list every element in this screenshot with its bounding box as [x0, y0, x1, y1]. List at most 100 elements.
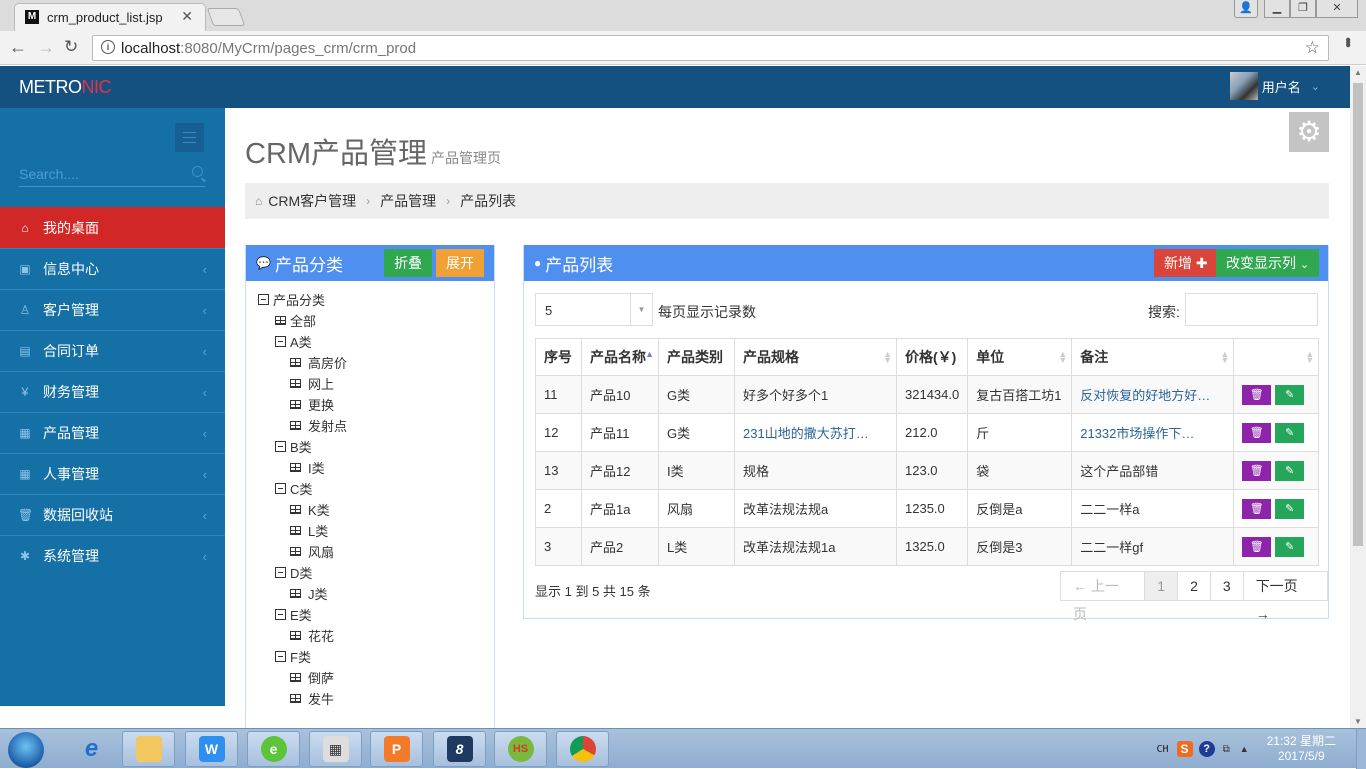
sidebar-item-customers[interactable]: ♙ 客户管理 ‹ — [0, 289, 225, 330]
tree-node[interactable]: 全部 — [258, 310, 494, 331]
taskbar-app-ie[interactable]: e — [65, 731, 118, 767]
page-button[interactable]: 3 — [1209, 572, 1243, 600]
cell-note[interactable]: 21332市场操作下… — [1071, 413, 1235, 452]
tree-node[interactable]: J类 — [258, 583, 494, 604]
scroll-down-icon[interactable]: ▼ — [1354, 717, 1362, 726]
tree-node[interactable]: L类 — [258, 520, 494, 541]
taskbar-app-ie-green[interactable]: e — [247, 731, 300, 767]
sidebar-item-recycle-bin[interactable]: 🗑 数据回收站 ‹ — [0, 494, 225, 535]
forward-icon[interactable]: → — [37, 37, 55, 58]
edit-button[interactable]: ✎ — [1275, 460, 1305, 481]
tree-node[interactable]: K类 — [258, 499, 494, 520]
tree-node[interactable]: C类 — [258, 478, 494, 499]
table-row[interactable]: 3 产品2 L类 改革法规法规1a 1325.0 反倒是3 二二一样gf 🗑 ✎ — [535, 527, 1320, 566]
taskbar-app-wps-writer[interactable]: W — [185, 731, 238, 767]
tree-node[interactable]: 更换 — [258, 394, 494, 415]
delete-button[interactable]: 🗑 — [1242, 422, 1272, 443]
tree-node[interactable]: F类 — [258, 646, 494, 667]
clock[interactable]: 21:32 星期二 2017/5/9 — [1267, 734, 1336, 764]
profile-icon[interactable]: 👤 — [1234, 0, 1258, 18]
sidebar-item-products[interactable]: ▦ 产品管理 ‹ — [0, 412, 225, 453]
tree-node[interactable]: 风扇 — [258, 541, 494, 562]
search-icon[interactable] — [192, 166, 203, 177]
table-row[interactable]: 12 产品11 G类 231山地的撒大苏打… 212.0 斤 21332市场操作下… 🗑 ✎ — [535, 413, 1320, 452]
show-desktop-button[interactable] — [1356, 729, 1366, 769]
breadcrumb-item[interactable]: CRM客户管理 — [268, 191, 356, 211]
page-button[interactable]: 1 — [1144, 572, 1178, 600]
sidebar-toggle-button[interactable] — [175, 123, 204, 152]
col-header-category[interactable]: 产品类别 — [658, 338, 735, 376]
sidebar-item-contracts[interactable]: ▤ 合同订单 ‹ — [0, 330, 225, 371]
collapse-toggle-icon[interactable] — [258, 294, 269, 305]
new-tab-button[interactable] — [206, 8, 246, 26]
breadcrumb-item[interactable]: 产品管理 — [380, 191, 436, 211]
help-icon[interactable]: ? — [1198, 741, 1215, 757]
collapse-toggle-icon[interactable] — [275, 441, 286, 452]
delete-button[interactable]: 🗑 — [1242, 460, 1272, 481]
user-menu[interactable]: 用户名 ⌄ — [1229, 72, 1320, 100]
edit-button[interactable]: ✎ — [1275, 422, 1305, 443]
tree-node[interactable]: 发射点 — [258, 415, 494, 436]
page-scrollbar[interactable]: ▲ ▼ — [1350, 66, 1366, 728]
table-row[interactable]: 2 产品1a 风扇 改革法规法规a 1235.0 反倒是a 二二一样a 🗑 ✎ — [535, 489, 1320, 528]
tree-node[interactable]: D类 — [258, 562, 494, 583]
info-icon[interactable]: i — [101, 40, 115, 54]
restore-button[interactable]: ❐ — [1290, 0, 1316, 18]
prev-page-button[interactable]: ← 上一页 — [1061, 572, 1144, 622]
sogou-icon[interactable]: S — [1176, 741, 1193, 757]
sidebar-search-input[interactable] — [19, 163, 179, 182]
col-header-note[interactable]: 备注 ▲ ▼ — [1071, 338, 1235, 376]
collapse-toggle-icon[interactable] — [275, 609, 286, 620]
sidebar-item-finance[interactable]: ¥ 财务管理 ‹ — [0, 371, 225, 412]
collapse-toggle-icon[interactable] — [275, 483, 286, 494]
close-window-button[interactable]: ✕ — [1316, 0, 1358, 18]
col-header-name[interactable]: 产品名称 ▲ — [581, 338, 659, 376]
edit-button[interactable]: ✎ — [1275, 536, 1305, 557]
browser-menu-icon[interactable]: ••• — [1338, 37, 1356, 45]
page-button[interactable]: 2 — [1177, 572, 1210, 600]
browser-tab[interactable]: M crm_product_list.jsp ✕ — [14, 3, 206, 31]
table-search-input[interactable] — [1185, 293, 1318, 326]
page-size-select[interactable]: 5 ▼ — [535, 293, 653, 326]
tree-node[interactable]: 产品分类 — [258, 289, 494, 310]
taskbar-app-media[interactable]: ▦ — [309, 731, 362, 767]
start-button[interactable] — [8, 732, 44, 768]
taskbar-app-explorer[interactable] — [122, 731, 175, 767]
taskbar-app-chrome[interactable] — [556, 731, 609, 767]
collapse-toggle-icon[interactable] — [275, 567, 286, 578]
collapse-toggle-icon[interactable] — [275, 651, 286, 662]
collapse-toggle-icon[interactable] — [275, 336, 286, 347]
tree-node[interactable]: B类 — [258, 436, 494, 457]
collapse-button[interactable]: 折叠 — [384, 249, 432, 277]
col-header-actions[interactable]: ▲ ▼ — [1233, 338, 1320, 376]
add-product-button[interactable]: 新增 ✚ — [1154, 249, 1218, 277]
scrollbar-thumb[interactable] — [1353, 83, 1363, 546]
logo[interactable]: METRONIC — [19, 77, 111, 98]
back-icon[interactable]: ← — [9, 37, 27, 58]
table-row[interactable]: 11 产品10 G类 好多个好多个1 321434.0 复古百搭工坊1 反对恢复的好地方好…… — [535, 375, 1320, 414]
cell-spec[interactable]: 231山地的撒大苏打… — [734, 413, 897, 452]
cell-note[interactable]: 反对恢复的好地方好… — [1071, 375, 1235, 414]
tree-node[interactable]: 高房价 — [258, 352, 494, 373]
show-hidden-icons[interactable]: ▲ — [1240, 744, 1249, 754]
tree-node[interactable]: 花花 — [258, 625, 494, 646]
tree-node[interactable]: 倒萨 — [258, 667, 494, 688]
sidebar-item-info-center[interactable]: ▣ 信息中心 ‹ — [0, 248, 225, 289]
col-header-id[interactable]: 序号 — [535, 338, 582, 376]
change-columns-button[interactable]: 改变显示列 ⌄ — [1216, 249, 1320, 277]
expand-button[interactable]: 展开 — [436, 249, 484, 277]
tab-close-icon[interactable]: ✕ — [181, 8, 193, 25]
taskbar-app-hs[interactable]: HS — [494, 731, 547, 767]
table-row[interactable]: 13 产品12 I类 规格 123.0 袋这个产品部错 🗑 ✎ — [535, 451, 1320, 490]
edit-button[interactable]: ✎ — [1275, 384, 1305, 405]
delete-button[interactable]: 🗑 — [1242, 536, 1272, 557]
sidebar-item-hr[interactable]: ▦ 人事管理 ‹ — [0, 453, 225, 494]
scroll-up-icon[interactable]: ▲ — [1354, 68, 1362, 77]
reload-icon[interactable]: ↻ — [64, 37, 78, 57]
col-header-price[interactable]: 价格(￥) — [895, 338, 969, 376]
bookmark-star-icon[interactable]: ☆ — [1305, 38, 1320, 58]
ime-indicator[interactable]: CH — [1157, 744, 1169, 755]
sidebar-item-system[interactable]: ✱ 系统管理 ‹ — [0, 535, 225, 576]
next-page-button[interactable]: 下一页 → — [1242, 572, 1327, 622]
col-header-spec[interactable]: 产品规格 ▲ ▼ — [734, 338, 897, 376]
